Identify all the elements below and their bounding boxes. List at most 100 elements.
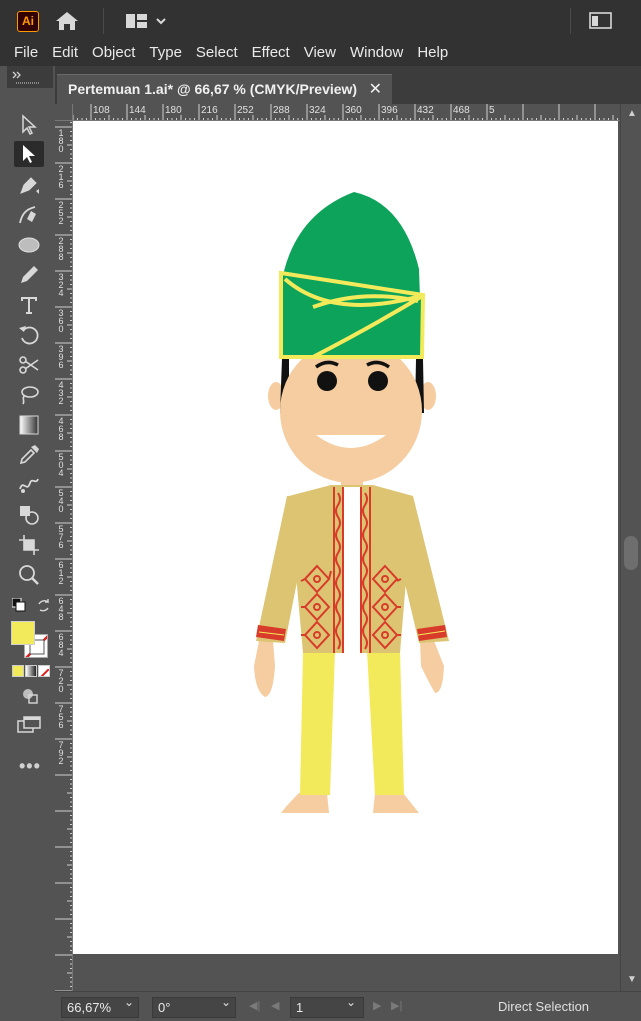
lasso-tool-icon[interactable]: [14, 382, 44, 408]
ruler-label: 792: [58, 740, 64, 766]
left-eye: [317, 371, 337, 391]
arrange-documents-icon[interactable]: [125, 11, 167, 31]
shape-builder-tool-icon[interactable]: [14, 502, 44, 528]
ruler-label: 288: [58, 236, 64, 262]
selection-tool-icon[interactable]: [14, 112, 44, 138]
menu-effect[interactable]: Effect: [238, 42, 290, 66]
right-pant-leg: [367, 651, 404, 795]
chevron-down-icon[interactable]: ⌄: [124, 995, 134, 1009]
toolbar-header[interactable]: [7, 66, 53, 88]
canvas-area[interactable]: [73, 121, 620, 991]
ruler-label: 468: [58, 416, 64, 442]
ellipse-tool-icon[interactable]: [14, 232, 44, 258]
current-tool-status[interactable]: Direct Selection: [498, 999, 589, 1014]
home-icon[interactable]: [54, 10, 80, 32]
blend-tool-icon[interactable]: [14, 472, 44, 498]
curvature-tool-icon[interactable]: [14, 202, 44, 228]
ruler-label: 504: [58, 452, 64, 478]
fill-swatch[interactable]: [11, 621, 35, 645]
crop-artboard-tool-icon[interactable]: [14, 532, 44, 558]
panels-icon[interactable]: [589, 12, 613, 30]
left-foot: [281, 793, 329, 813]
ruler-label: 252: [58, 200, 64, 226]
ruler-label: 180: [58, 128, 64, 154]
zoom-tool-icon[interactable]: [14, 562, 44, 588]
character-illustration[interactable]: [73, 121, 618, 954]
ruler-label: 324: [58, 272, 64, 298]
direct-selection-tool-icon[interactable]: [14, 141, 44, 167]
horizontal-ruler[interactable]: 108 144 180 216 252 288 324 360 396 432 468 5: [73, 104, 620, 121]
ruler-label: 612: [58, 560, 64, 586]
next-artboard-icon[interactable]: ▶: [373, 999, 381, 1012]
eyedropper-tool-icon[interactable]: [14, 442, 44, 468]
color-button[interactable]: [12, 665, 24, 677]
menu-view[interactable]: View: [290, 42, 336, 66]
menu-type[interactable]: Type: [135, 42, 182, 66]
ruler-label: 144: [129, 105, 146, 116]
ruler-label: 5: [489, 105, 495, 116]
scroll-up-icon[interactable]: ▲: [627, 108, 637, 119]
ruler-label: 540: [58, 488, 64, 514]
default-colors-icon[interactable]: [11, 597, 26, 612]
ruler-label: 108: [93, 105, 110, 116]
chevron-down-icon[interactable]: ⌄: [346, 995, 356, 1009]
menu-object[interactable]: Object: [78, 42, 135, 66]
menu-bar: File Edit Object Type Select Effect View…: [0, 42, 641, 66]
ruler-label: 216: [58, 164, 64, 190]
gradient-tool-icon[interactable]: [14, 412, 44, 438]
head: [280, 339, 422, 483]
menu-select[interactable]: Select: [182, 42, 238, 66]
ruler-label: 324: [309, 105, 326, 116]
ruler-label: 360: [345, 105, 362, 116]
scrollbar-thumb[interactable]: [624, 536, 638, 570]
none-button[interactable]: [38, 665, 50, 677]
document-tab-title: Pertemuan 1.ai* @ 66,67 % (CMYK/Preview): [68, 81, 358, 97]
ruler-origin[interactable]: [55, 104, 73, 121]
status-bar: 66,67% ⌄ 0° ⌄ ◀| ◀ 1 ⌄ ▶ ▶| Direct Selec…: [55, 991, 641, 1021]
shirt-placket: [344, 487, 360, 653]
pen-tool-icon[interactable]: [14, 172, 44, 198]
document-tab[interactable]: Pertemuan 1.ai* @ 66,67 % (CMYK/Preview)…: [57, 74, 392, 104]
ruler-label: 576: [58, 524, 64, 550]
menu-file[interactable]: File: [0, 42, 38, 66]
rotate-tool-icon[interactable]: [14, 322, 44, 348]
ruler-label: 432: [417, 105, 434, 116]
draw-mode-icon[interactable]: [21, 687, 39, 705]
document-tab-bar: Pertemuan 1.ai* @ 66,67 % (CMYK/Preview)…: [55, 66, 641, 104]
previous-artboard-icon[interactable]: ◀: [271, 999, 279, 1012]
ruler-label: 432: [58, 380, 64, 406]
menu-edit[interactable]: Edit: [38, 42, 78, 66]
first-artboard-icon[interactable]: ◀|: [249, 999, 260, 1012]
menu-window[interactable]: Window: [336, 42, 403, 66]
separator: [103, 8, 104, 34]
pencil-tool-icon[interactable]: [14, 262, 44, 288]
ruler-label: 396: [58, 344, 64, 370]
last-artboard-icon[interactable]: ▶|: [391, 999, 402, 1012]
vertical-scrollbar[interactable]: ▲ ▼: [620, 104, 641, 991]
illustrator-logo: Ai: [17, 11, 39, 32]
screen-mode-icon[interactable]: [17, 715, 43, 735]
scroll-down-icon[interactable]: ▼: [627, 974, 637, 985]
vertical-ruler[interactable]: 180 216 252 288 324 360 396 432 468 504 540 576 612 6…: [55, 121, 73, 991]
gradient-button[interactable]: [25, 665, 37, 677]
close-tab-icon[interactable]: ✕: [369, 79, 382, 99]
ruler-label: 648: [58, 596, 64, 622]
chevron-down-icon[interactable]: ⌄: [221, 995, 231, 1009]
artboard[interactable]: [73, 121, 618, 954]
scissors-tool-icon[interactable]: [14, 352, 44, 378]
ruler-label: 288: [273, 105, 290, 116]
right-eye: [368, 371, 388, 391]
ruler-label: 756: [58, 704, 64, 730]
right-hand: [420, 641, 444, 693]
ruler-label: 180: [165, 105, 182, 116]
type-tool-icon[interactable]: [14, 292, 44, 318]
left-hand: [254, 641, 275, 697]
left-pant-leg: [300, 651, 335, 795]
color-mode-buttons: [12, 665, 50, 677]
edit-toolbar-button[interactable]: •••: [19, 756, 41, 777]
separator: [570, 8, 571, 34]
right-foot: [373, 793, 419, 813]
ruler-label: 360: [58, 308, 64, 334]
menu-help[interactable]: Help: [403, 42, 448, 66]
swap-colors-icon[interactable]: [36, 598, 52, 614]
